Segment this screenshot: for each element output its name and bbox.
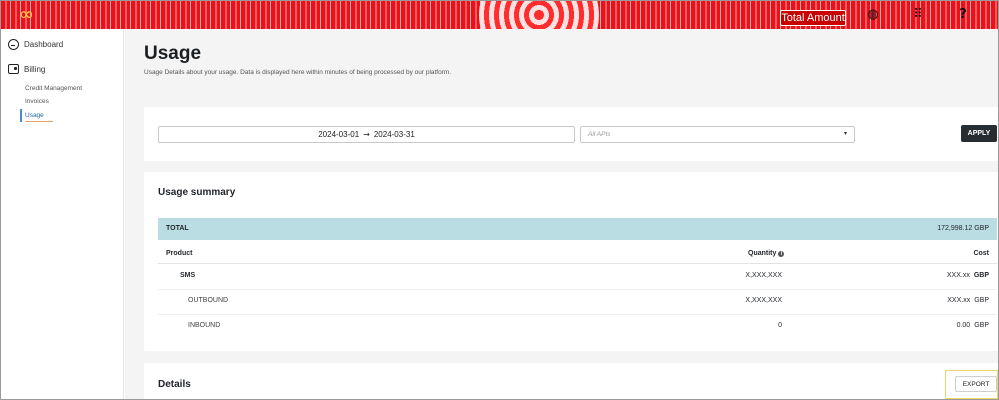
api-select[interactable]: All APIs ▾ — [580, 126, 855, 143]
wallet-icon — [7, 63, 19, 75]
sidebar-item-credit-management[interactable]: Credit Management — [25, 83, 82, 94]
date-range-picker[interactable]: 2024-03-01 → 2024-03-31 — [158, 126, 575, 143]
sidebar-item-label: Billing — [24, 64, 46, 74]
product-cost: XXX.xx GBP — [947, 297, 989, 304]
sidebar-item-usage[interactable]: Usage — [25, 110, 44, 121]
page-description: Usage Details about your usage. Data is … — [144, 69, 452, 76]
table-header: Product Quantity i Cost — [158, 242, 997, 264]
table-row: OUTBOUND X,XXX,XXX XXX.xx GBP — [158, 289, 997, 314]
arrow-right-icon: → — [363, 130, 370, 139]
apps-grid-icon[interactable]: ⠿ — [910, 7, 926, 23]
total-row: TOTAL 172,998.12 GBP — [158, 218, 997, 240]
dashboard-icon — [7, 38, 19, 50]
column-header-cost: Cost — [973, 250, 989, 257]
details-card: Details — [144, 363, 998, 399]
help-icon[interactable]: ? — [955, 7, 971, 23]
usage-summary-title: Usage summary — [158, 187, 236, 198]
product-cost: XXX.xx GBP — [946, 272, 989, 279]
sidebar-item-dashboard[interactable]: Dashboard — [7, 35, 63, 53]
total-value: 172,998.12 GBP — [937, 225, 989, 232]
main-content: Usage Usage Details about your usage. Da… — [125, 29, 998, 399]
export-button[interactable]: EXPORT — [955, 376, 997, 392]
sidebar-item-billing[interactable]: Billing — [7, 60, 45, 78]
product-quantity: 0 — [778, 322, 782, 329]
column-header-quantity: Quantity i — [748, 250, 785, 257]
usage-summary-card: Usage summary TOTAL 172,998.12 GBP Produ… — [144, 172, 998, 351]
brand-logo[interactable]: ∞ — [19, 6, 49, 24]
product-cost: 0.00 GBP — [956, 322, 989, 329]
product-name: SMS — [180, 272, 196, 279]
details-title: Details — [158, 379, 191, 390]
info-icon[interactable]: i — [778, 251, 785, 257]
sidebar: Dashboard Billing Credit Management Invo… — [1, 29, 124, 399]
page-title: Usage — [144, 43, 202, 64]
product-quantity: X,XXX,XXX — [745, 297, 782, 304]
chevron-down-icon: ▾ — [843, 131, 847, 137]
active-underline — [25, 121, 53, 122]
end-date: 2024-03-31 — [373, 130, 415, 139]
total-amount-badge[interactable]: Total Amount — [780, 10, 846, 26]
globe-icon[interactable]: ◍ — [865, 7, 881, 23]
start-date: 2024-03-01 — [318, 130, 360, 139]
product-name: INBOUND — [188, 322, 221, 329]
apply-button[interactable]: APPLY — [961, 125, 997, 142]
header-background-pattern — [479, 1, 599, 29]
product-quantity: X,XXX,XXX — [745, 272, 782, 279]
table-row: INBOUND 0 0.00 GBP — [158, 314, 997, 339]
total-label: TOTAL — [166, 225, 189, 232]
product-name: OUTBOUND — [188, 297, 229, 304]
filter-card: 2024-03-01 → 2024-03-31 All APIs ▾ APPLY — [144, 107, 998, 161]
sidebar-item-label: Dashboard — [24, 39, 64, 49]
active-indicator — [20, 109, 22, 122]
top-bar: ∞ Total Amount ◍ ⠿ ? — [1, 1, 998, 29]
table-row: SMS X,XXX,XXX XXX.xx GBP — [158, 264, 997, 289]
api-select-placeholder: All APIs — [588, 131, 611, 138]
column-header-product: Product — [166, 250, 193, 257]
sidebar-item-invoices[interactable]: Invoices — [25, 96, 49, 107]
app-window: ∞ Total Amount ◍ ⠿ ? Dashboard Billing C… — [0, 0, 999, 400]
